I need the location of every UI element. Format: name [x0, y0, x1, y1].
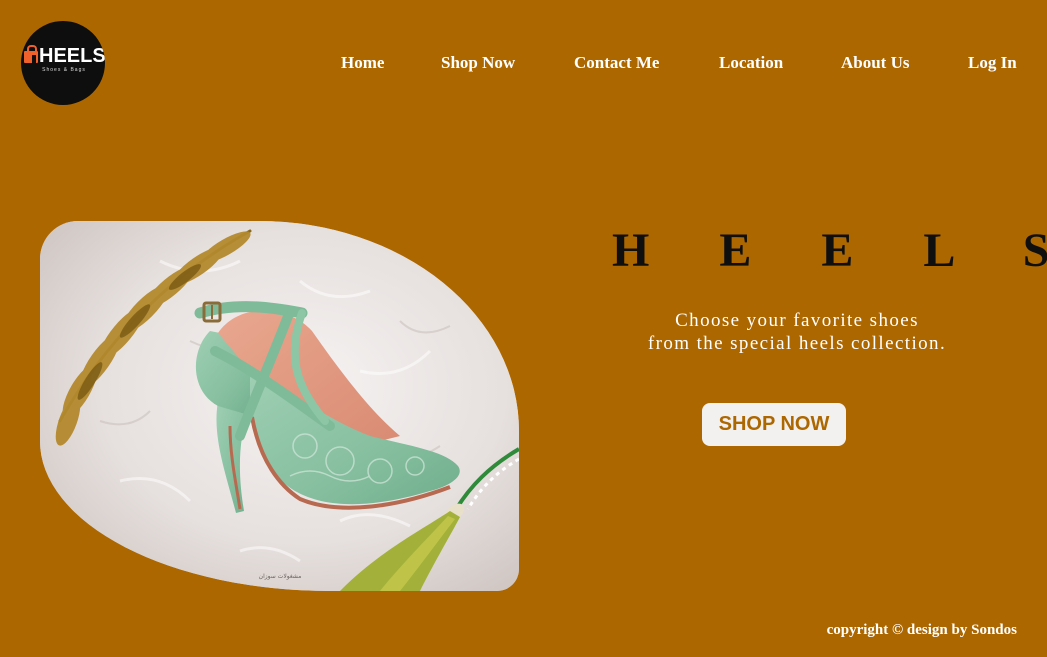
nav-contact-me-link[interactable]: Contact Me: [574, 52, 659, 74]
nav-shop-now-link[interactable]: Shop Now: [441, 52, 515, 74]
hero-tagline-line-1: Choose your favorite shoes: [675, 310, 919, 331]
nav-location-link[interactable]: Location: [719, 52, 783, 74]
hero-tagline-line-2: from the special heels collection.: [647, 333, 947, 354]
nav-about-us-link[interactable]: About Us: [841, 52, 910, 74]
hero-title: H E E L S: [612, 224, 1047, 277]
main-nav: Home Shop Now Contact Me Location About …: [0, 52, 1047, 74]
shop-now-button[interactable]: SHOP NOW: [702, 403, 846, 446]
nav-home-link[interactable]: Home: [341, 52, 384, 74]
image-watermark: مشغولات سوزان: [259, 573, 302, 580]
hero-shoe-image: مشغولات سوزان: [40, 221, 519, 591]
hero-tagline: Choose your favorite shoes from the spec…: [597, 309, 997, 355]
nav-log-in-link[interactable]: Log In: [968, 52, 1017, 74]
footer-copyright: copyright © design by Sondos: [826, 622, 1017, 638]
